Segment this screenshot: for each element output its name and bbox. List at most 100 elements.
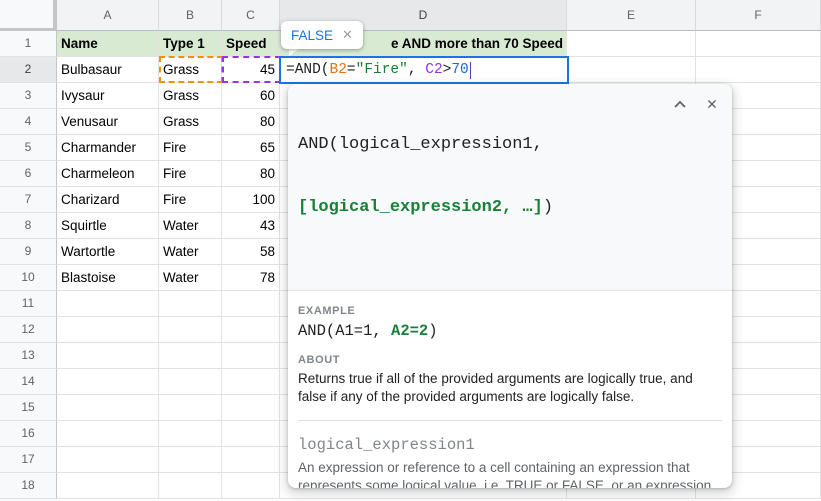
row-header-14[interactable]: 14 xyxy=(0,369,57,395)
row-header-12[interactable]: 12 xyxy=(0,317,57,343)
syntax-line-2: [logical_expression2, …]) xyxy=(298,198,554,217)
cell-A2[interactable]: Bulbasaur xyxy=(57,57,159,83)
cell-C16[interactable] xyxy=(222,421,280,447)
row-header-3[interactable]: 3 xyxy=(0,83,57,109)
param1-name: logical_expression1 xyxy=(298,436,475,454)
cell-A13[interactable] xyxy=(57,343,159,369)
row-header-7[interactable]: 7 xyxy=(0,187,57,213)
cell-A6[interactable]: Charmeleon xyxy=(57,161,159,187)
cell-A16[interactable] xyxy=(57,421,159,447)
cell-A3[interactable]: Ivysaur xyxy=(57,83,159,109)
row-header-6[interactable]: 6 xyxy=(0,161,57,187)
cell-B6[interactable]: Fire xyxy=(159,161,222,187)
row-header-9[interactable]: 9 xyxy=(0,239,57,265)
row-header-17[interactable]: 17 xyxy=(0,447,57,473)
cell-B4[interactable]: Grass xyxy=(159,109,222,135)
cell-C18[interactable] xyxy=(222,473,280,499)
row-header-4[interactable]: 4 xyxy=(0,109,57,135)
cell-B18[interactable] xyxy=(159,473,222,499)
row-header-5[interactable]: 5 xyxy=(0,135,57,161)
cell-B5[interactable]: Fire xyxy=(159,135,222,161)
row-header-10[interactable]: 10 xyxy=(0,265,57,291)
result-value: FALSE xyxy=(291,27,334,43)
text-caret xyxy=(469,61,472,79)
row-header-2[interactable]: 2 xyxy=(0,57,57,83)
cell-C3[interactable]: 60 xyxy=(222,83,280,109)
row-header-15[interactable]: 15 xyxy=(0,395,57,421)
cell-B13[interactable] xyxy=(159,343,222,369)
row-header-13[interactable]: 13 xyxy=(0,343,57,369)
row-header-1[interactable]: 1 xyxy=(0,31,57,57)
cell-F2[interactable] xyxy=(696,57,821,83)
cell-A5[interactable]: Charmander xyxy=(57,135,159,161)
cell-C4[interactable]: 80 xyxy=(222,109,280,135)
cell-C17[interactable] xyxy=(222,447,280,473)
cell-A15[interactable] xyxy=(57,395,159,421)
select-all-corner[interactable] xyxy=(0,0,57,31)
cell-B14[interactable] xyxy=(159,369,222,395)
syntax-line-1: AND(logical_expression1, xyxy=(298,135,543,154)
cell-A17[interactable] xyxy=(57,447,159,473)
cell-A9[interactable]: Wartortle xyxy=(57,239,159,265)
cell-B17[interactable] xyxy=(159,447,222,473)
formula-token: =AND( xyxy=(286,62,330,78)
cell-C12[interactable] xyxy=(222,317,280,343)
cell-A8[interactable]: Squirtle xyxy=(57,213,159,239)
column-header-E[interactable]: E xyxy=(567,0,696,31)
chip-close-icon[interactable]: ✕ xyxy=(342,27,353,43)
cell-B11[interactable] xyxy=(159,291,222,317)
formula-token: C2 xyxy=(425,62,443,78)
cell-C1[interactable]: Speed xyxy=(222,31,280,57)
example-formula: AND(A1=1, A2=2) xyxy=(298,322,438,340)
formula-range-highlight-b2 xyxy=(159,56,223,83)
cell-A4[interactable]: Venusaur xyxy=(57,109,159,135)
column-header-B[interactable]: B xyxy=(159,0,222,31)
cell-A11[interactable] xyxy=(57,291,159,317)
cell-E1[interactable] xyxy=(567,31,696,57)
cell-A10[interactable]: Blastoise xyxy=(57,265,159,291)
cell-B1[interactable]: Type 1 xyxy=(159,31,222,57)
cell-C15[interactable] xyxy=(222,395,280,421)
function-help-popup: AND(logical_expression1, [logical_expres… xyxy=(288,84,732,488)
cell-A12[interactable] xyxy=(57,317,159,343)
column-header-A[interactable]: A xyxy=(57,0,159,31)
cell-C8[interactable]: 43 xyxy=(222,213,280,239)
cell-B12[interactable] xyxy=(159,317,222,343)
cell-C5[interactable]: 65 xyxy=(222,135,280,161)
cell-C11[interactable] xyxy=(222,291,280,317)
cell-A7[interactable]: Charizard xyxy=(57,187,159,213)
cell-C10[interactable]: 78 xyxy=(222,265,280,291)
example-label: EXAMPLE xyxy=(298,305,356,317)
row-header-16[interactable]: 16 xyxy=(0,421,57,447)
column-header-C[interactable]: C xyxy=(222,0,280,31)
active-cell-d2-formula-input[interactable]: =AND(B2="Fire", C2>70 xyxy=(279,56,569,84)
cell-C9[interactable]: 58 xyxy=(222,239,280,265)
cell-B8[interactable]: Water xyxy=(159,213,222,239)
cell-C14[interactable] xyxy=(222,369,280,395)
cell-C6[interactable]: 80 xyxy=(222,161,280,187)
about-text: Returns true if all of the provided argu… xyxy=(298,371,693,404)
cell-C7[interactable]: 100 xyxy=(222,187,280,213)
cell-A14[interactable] xyxy=(57,369,159,395)
cell-A1[interactable]: Name xyxy=(57,31,159,57)
formula-range-highlight-c2 xyxy=(222,56,281,83)
cell-B15[interactable] xyxy=(159,395,222,421)
cell-B9[interactable]: Water xyxy=(159,239,222,265)
close-icon[interactable]: ✕ xyxy=(704,96,720,115)
column-header-F[interactable]: F xyxy=(696,0,821,31)
cell-A18[interactable] xyxy=(57,473,159,499)
about-label: ABOUT xyxy=(298,354,341,366)
row-header-11[interactable]: 11 xyxy=(0,291,57,317)
cell-E2[interactable] xyxy=(567,57,696,83)
formula-token: , xyxy=(407,62,426,78)
function-syntax-header: AND(logical_expression1, [logical_expres… xyxy=(288,84,732,291)
cell-B7[interactable]: Fire xyxy=(159,187,222,213)
cell-C13[interactable] xyxy=(222,343,280,369)
cell-B10[interactable]: Water xyxy=(159,265,222,291)
row-header-18[interactable]: 18 xyxy=(0,473,57,499)
collapse-chevron-icon[interactable] xyxy=(672,97,688,113)
cell-F1[interactable] xyxy=(696,31,821,57)
row-header-8[interactable]: 8 xyxy=(0,213,57,239)
cell-B3[interactable]: Grass xyxy=(159,83,222,109)
cell-B16[interactable] xyxy=(159,421,222,447)
